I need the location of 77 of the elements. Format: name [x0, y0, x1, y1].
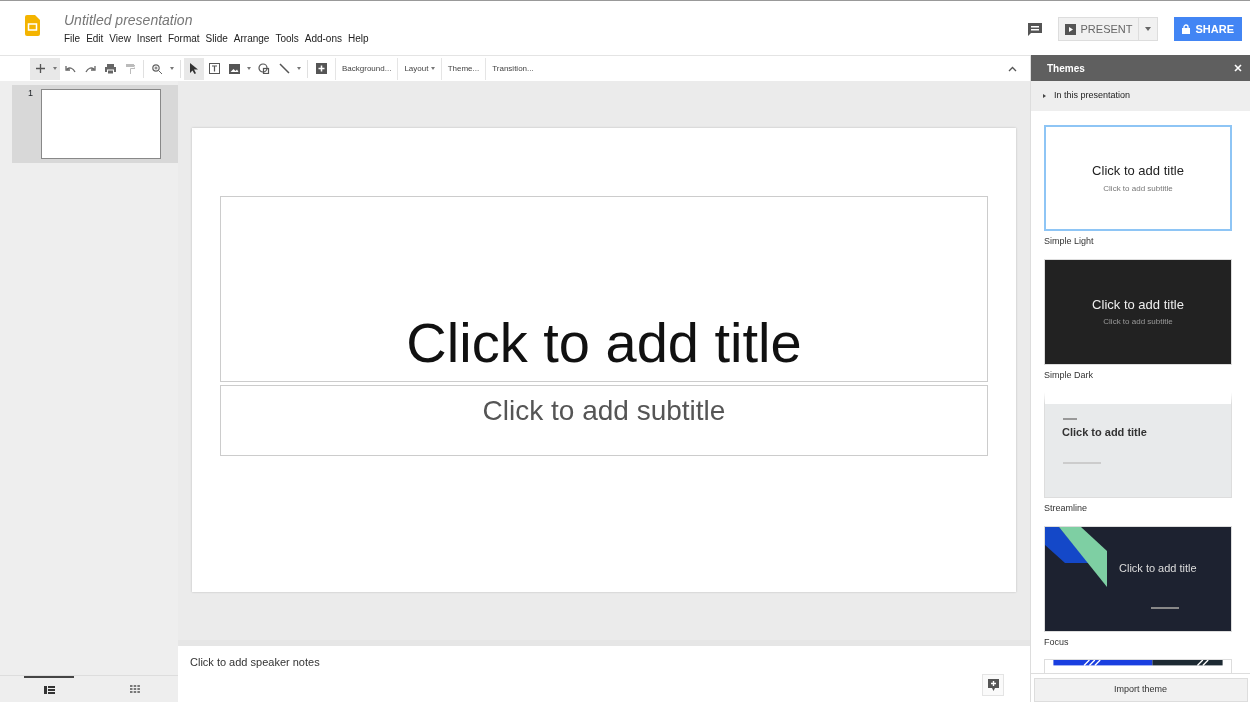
play-icon [1064, 23, 1076, 35]
menu-item[interactable]: Slide [202, 31, 231, 46]
lock-icon [1182, 24, 1191, 34]
comment-icon[interactable] [1027, 22, 1042, 36]
toolbar-button[interactable]: Transition... [485, 57, 540, 80]
caret-icon [297, 67, 301, 70]
present-dropdown-button[interactable] [1139, 17, 1159, 41]
menu-item[interactable]: Help [345, 31, 372, 46]
title-placeholder[interactable]: Click to add title [220, 196, 988, 382]
redo-icon [84, 64, 96, 73]
theme-thumbnail[interactable] [1044, 659, 1232, 673]
theme-thumbnail[interactable]: Click to add title Click to add subtitle [1044, 125, 1232, 231]
theme-name: Simple Dark [1044, 368, 1094, 382]
slide-thumbnail[interactable] [41, 89, 161, 159]
close-icon[interactable] [1234, 64, 1242, 72]
image-icon [228, 63, 240, 74]
panel-title: Themes [1047, 61, 1085, 76]
line-icon [278, 63, 290, 74]
subtitle-placeholder[interactable]: Click to add subtitle [220, 385, 988, 456]
share-button[interactable]: SHARE [1174, 17, 1242, 41]
theme-title-text: Click to add title [1092, 162, 1184, 181]
present-button[interactable]: PRESENT [1057, 17, 1140, 41]
cursor-icon [190, 63, 198, 74]
add-comment-icon [987, 679, 999, 691]
undo-icon [64, 64, 76, 73]
theme-name: Streamline [1044, 502, 1089, 515]
filmstrip-item[interactable]: 1 [12, 85, 178, 163]
theme-thumbnail[interactable]: Click to add title [1044, 392, 1232, 498]
document-title[interactable]: Untitled presentation [64, 11, 372, 29]
accent-line-icon [1063, 418, 1077, 420]
menu-item[interactable]: Tools [272, 31, 302, 46]
text-box-icon [208, 63, 220, 74]
subtitle-line-icon [1151, 606, 1179, 609]
toolbar-button[interactable]: Layout [397, 57, 441, 80]
paint-roller-icon [125, 63, 135, 74]
section-header[interactable]: In this presentation [1031, 81, 1250, 111]
caret-icon [1145, 27, 1152, 31]
plus-icon [35, 64, 45, 73]
chevron-up-icon [1007, 65, 1017, 72]
select-button[interactable] [184, 57, 204, 80]
add-comment-icon [315, 63, 327, 74]
new-slide-button[interactable] [30, 57, 50, 80]
list-icon [43, 686, 55, 694]
theme-thumbnail[interactable]: Click to add title [1044, 525, 1232, 632]
theme-title-text: Click to add title [1062, 425, 1147, 440]
printer-icon [104, 63, 116, 74]
caret-icon [247, 67, 251, 70]
caret-icon [53, 67, 57, 70]
caret-icon [1043, 94, 1046, 98]
theme-title-text: Click to add title [1119, 560, 1197, 576]
theme-subtitle-text: Click to add subtitle [1103, 182, 1173, 195]
diagonal-shapes-icon [1045, 526, 1107, 587]
theme-subtitle-text: Click to add subtitle [1103, 316, 1173, 329]
title-placeholder-text: Click to add title [406, 315, 802, 371]
notes-placeholder: Click to add speaker notes [190, 655, 320, 670]
theme-title-text: Click to add title [1092, 295, 1184, 314]
menu-item[interactable]: Arrange [230, 31, 273, 46]
toolbar-button[interactable]: Theme... [440, 57, 486, 80]
speaker-notes[interactable]: Click to add speaker notes [178, 640, 1030, 702]
explore-button[interactable] [982, 674, 1004, 696]
slide-number: 1 [28, 87, 33, 100]
zoom-icon [152, 63, 162, 74]
menu-item[interactable]: Format [164, 31, 203, 46]
menu-item[interactable]: Add-ons [301, 31, 345, 46]
import-theme-button[interactable]: Import theme [1033, 678, 1248, 702]
subtitle-placeholder-text: Click to add subtitle [482, 396, 726, 428]
menu-item[interactable]: Edit [83, 31, 107, 46]
grid-icon [130, 685, 140, 693]
menu-item[interactable]: Insert [133, 31, 165, 46]
theme-name: Focus [1044, 635, 1070, 649]
caret-icon [170, 67, 174, 70]
shapes-icon [258, 63, 270, 74]
menu-item[interactable]: File [61, 31, 84, 46]
toolbar-button[interactable]: Background... [335, 57, 398, 80]
theme-thumbnail[interactable]: Click to add title Click to add subtitle [1044, 258, 1232, 365]
menu-item[interactable]: View [106, 31, 134, 46]
theme-name: Simple Light [1044, 235, 1095, 248]
